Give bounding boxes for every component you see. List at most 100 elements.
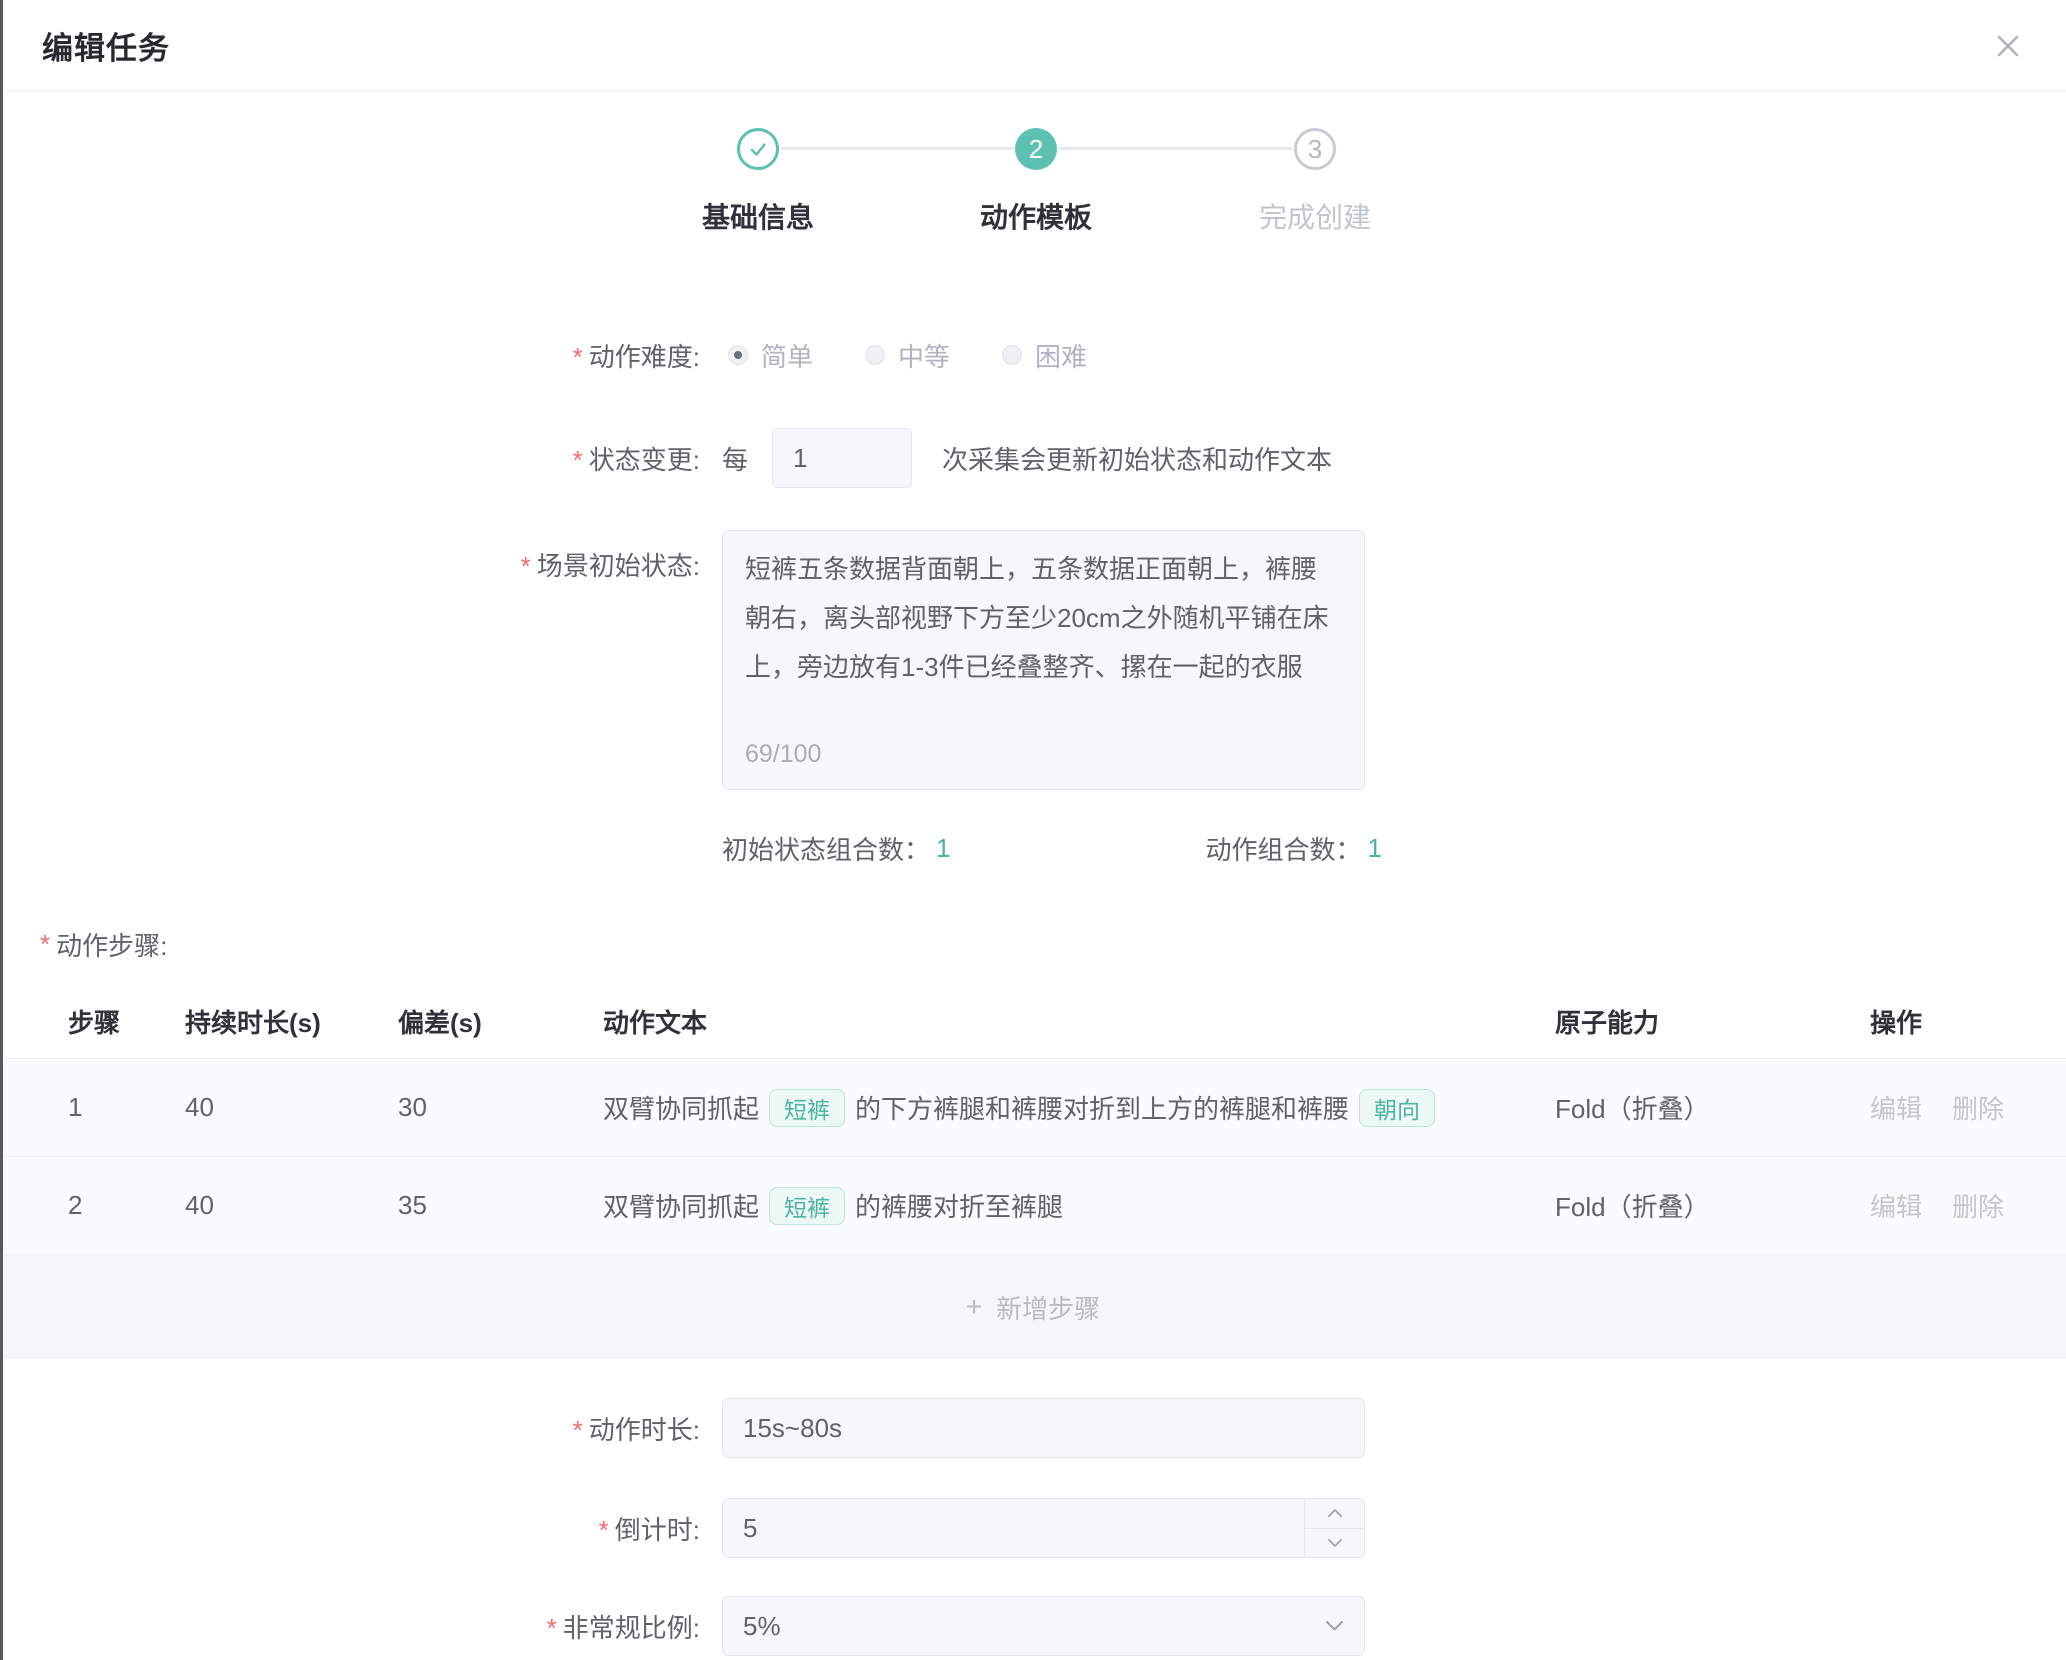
action-steps-table: 步骤 持续时长(s) 偏差(s) 动作文本 原子能力 操作 1 40 30 双臂… bbox=[0, 985, 2066, 1359]
modal-header: 编辑任务 bbox=[0, 0, 2066, 92]
number-stepper bbox=[1304, 1499, 1364, 1557]
initial-state-textarea[interactable]: 短裤五条数据背面朝上，五条数据正面朝上，裤腰朝右，离头部视野下方至少20cm之外… bbox=[722, 530, 1365, 790]
radio-label: 中等 bbox=[898, 337, 950, 374]
step-indicator-3: 3 bbox=[1294, 128, 1336, 170]
initial-combos-value: 1 bbox=[936, 833, 950, 864]
state-change-count-input[interactable]: 1 bbox=[772, 428, 912, 488]
initial-state-row: *场景初始状态: 短裤五条数据背面朝上，五条数据正面朝上，裤腰朝右，离头部视野下… bbox=[0, 530, 2066, 790]
radio-icon-checked bbox=[728, 345, 748, 365]
cell-duration: 40 bbox=[185, 1190, 398, 1221]
countdown-row: *倒计时: 5 bbox=[0, 1498, 2066, 1558]
col-header-operations: 操作 bbox=[1870, 1003, 2066, 1040]
state-change-row: *状态变更: 每 1 次采集会更新初始状态和动作文本 bbox=[0, 428, 2066, 488]
table-row: 1 40 30 双臂协同抓起 短裤 的下方裤腿和裤腰对折到上方的裤腿和裤腰 朝向… bbox=[0, 1059, 2066, 1157]
required-marker: * bbox=[599, 1515, 609, 1545]
cell-duration: 40 bbox=[185, 1092, 398, 1123]
cell-deviation: 35 bbox=[398, 1190, 603, 1221]
required-marker: * bbox=[547, 1613, 557, 1643]
select-value: 5% bbox=[743, 1611, 781, 1642]
chevron-up-icon bbox=[1327, 1508, 1343, 1518]
cell-action-text: 双臂协同抓起 短裤 的裤腰对折至裤腿 bbox=[603, 1187, 1555, 1225]
delete-link[interactable]: 删除 bbox=[1952, 1089, 2004, 1126]
action-combos-label: 动作组合数： bbox=[1205, 830, 1361, 867]
unusual-ratio-row: *非常规比例: 5% bbox=[0, 1596, 2066, 1656]
col-header-duration: 持续时长(s) bbox=[185, 1003, 398, 1040]
chevron-down-icon bbox=[1327, 1538, 1343, 1548]
input-value: 15s~80s bbox=[743, 1413, 842, 1444]
difficulty-row: *动作难度: 简单 中等 困难 bbox=[0, 335, 2066, 375]
page-edge-strip bbox=[0, 0, 3, 1660]
required-marker: * bbox=[573, 1415, 583, 1445]
add-step-label: 新增步骤 bbox=[996, 1289, 1100, 1326]
cell-deviation: 30 bbox=[398, 1092, 603, 1123]
object-tag: 短裤 bbox=[769, 1187, 845, 1225]
state-change-label: *状态变更: bbox=[0, 440, 700, 477]
add-step-button[interactable]: + 新增步骤 bbox=[0, 1255, 2066, 1359]
delete-link[interactable]: 删除 bbox=[1952, 1187, 2004, 1224]
cell-step: 2 bbox=[68, 1190, 185, 1221]
state-change-suffix: 次采集会更新初始状态和动作文本 bbox=[942, 440, 1332, 477]
unusual-ratio-select[interactable]: 5% bbox=[722, 1596, 1365, 1656]
step-connector bbox=[1059, 147, 1292, 150]
radio-icon bbox=[865, 345, 885, 365]
cell-step: 1 bbox=[68, 1092, 185, 1123]
radio-option-hard[interactable]: 困难 bbox=[1002, 337, 1087, 374]
col-header-deviation: 偏差(s) bbox=[398, 1003, 603, 1040]
action-text-part: 双臂协同抓起 bbox=[603, 1089, 759, 1126]
cell-operations: 编辑 删除 bbox=[1870, 1089, 2066, 1126]
initial-combos-label: 初始状态组合数： bbox=[722, 830, 930, 867]
action-steps-section-label: *动作步骤: bbox=[0, 928, 2066, 960]
radio-option-easy[interactable]: 简单 bbox=[728, 337, 813, 374]
orientation-tag: 朝向 bbox=[1359, 1089, 1435, 1127]
step-label-basic-info: 基础信息 bbox=[702, 196, 814, 236]
step-label-action-template: 动作模板 bbox=[980, 196, 1092, 236]
initial-state-label: *场景初始状态: bbox=[0, 530, 700, 583]
plus-icon: + bbox=[966, 1291, 982, 1323]
col-header-action-text: 动作文本 bbox=[603, 1003, 1555, 1040]
radio-option-medium[interactable]: 中等 bbox=[865, 337, 950, 374]
col-header-step: 步骤 bbox=[68, 1003, 185, 1040]
cell-ability: Fold（折叠） bbox=[1555, 1187, 1870, 1224]
action-combos-value: 1 bbox=[1368, 833, 1382, 864]
countdown-input[interactable]: 5 bbox=[722, 1498, 1365, 1558]
textarea-value: 短裤五条数据背面朝上，五条数据正面朝上，裤腰朝右，离头部视野下方至少20cm之外… bbox=[745, 554, 1329, 682]
step-number: 3 bbox=[1308, 134, 1322, 165]
edit-link[interactable]: 编辑 bbox=[1870, 1187, 1922, 1224]
cell-operations: 编辑 删除 bbox=[1870, 1187, 2066, 1224]
table-row: 2 40 35 双臂协同抓起 短裤 的裤腰对折至裤腿 Fold（折叠） 编辑 删… bbox=[0, 1157, 2066, 1255]
close-icon bbox=[1991, 29, 2025, 63]
edit-link[interactable]: 编辑 bbox=[1870, 1089, 1922, 1126]
step-connector bbox=[781, 147, 1013, 150]
chevron-down-icon bbox=[1325, 1620, 1344, 1632]
object-tag: 短裤 bbox=[769, 1089, 845, 1127]
close-button[interactable] bbox=[1986, 24, 2030, 68]
required-marker: * bbox=[521, 551, 531, 581]
step-indicator-2: 2 bbox=[1015, 128, 1057, 170]
action-duration-row: *动作时长: 15s~80s bbox=[0, 1398, 2066, 1458]
check-icon bbox=[746, 137, 770, 161]
required-marker: * bbox=[40, 929, 50, 960]
step-indicator-1 bbox=[737, 128, 779, 170]
input-value: 5 bbox=[743, 1513, 757, 1544]
required-marker: * bbox=[573, 445, 583, 475]
action-text-part: 双臂协同抓起 bbox=[603, 1187, 759, 1224]
char-counter: 69/100 bbox=[745, 730, 821, 779]
step-label-finish: 完成创建 bbox=[1259, 196, 1371, 236]
input-value: 1 bbox=[793, 443, 807, 474]
action-duration-input[interactable]: 15s~80s bbox=[722, 1398, 1365, 1458]
unusual-ratio-label: *非常规比例: bbox=[0, 1608, 700, 1645]
increment-button[interactable] bbox=[1305, 1499, 1364, 1529]
decrement-button[interactable] bbox=[1305, 1529, 1364, 1558]
cell-ability: Fold（折叠） bbox=[1555, 1089, 1870, 1126]
action-duration-label: *动作时长: bbox=[0, 1410, 700, 1447]
state-change-prefix: 每 bbox=[722, 440, 748, 477]
action-text-part: 的裤腰对折至裤腿 bbox=[855, 1187, 1063, 1224]
combo-counts-row: 初始状态组合数：1 动作组合数：1 bbox=[0, 832, 2066, 864]
radio-label: 困难 bbox=[1035, 337, 1087, 374]
table-header-row: 步骤 持续时长(s) 偏差(s) 动作文本 原子能力 操作 bbox=[0, 985, 2066, 1059]
action-text-part: 的下方裤腿和裤腰对折到上方的裤腿和裤腰 bbox=[855, 1089, 1349, 1126]
radio-icon bbox=[1002, 345, 1022, 365]
step-wizard: 2 3 基础信息 动作模板 完成创建 bbox=[0, 92, 2066, 262]
required-marker: * bbox=[573, 342, 583, 372]
modal-title: 编辑任务 bbox=[42, 23, 170, 68]
